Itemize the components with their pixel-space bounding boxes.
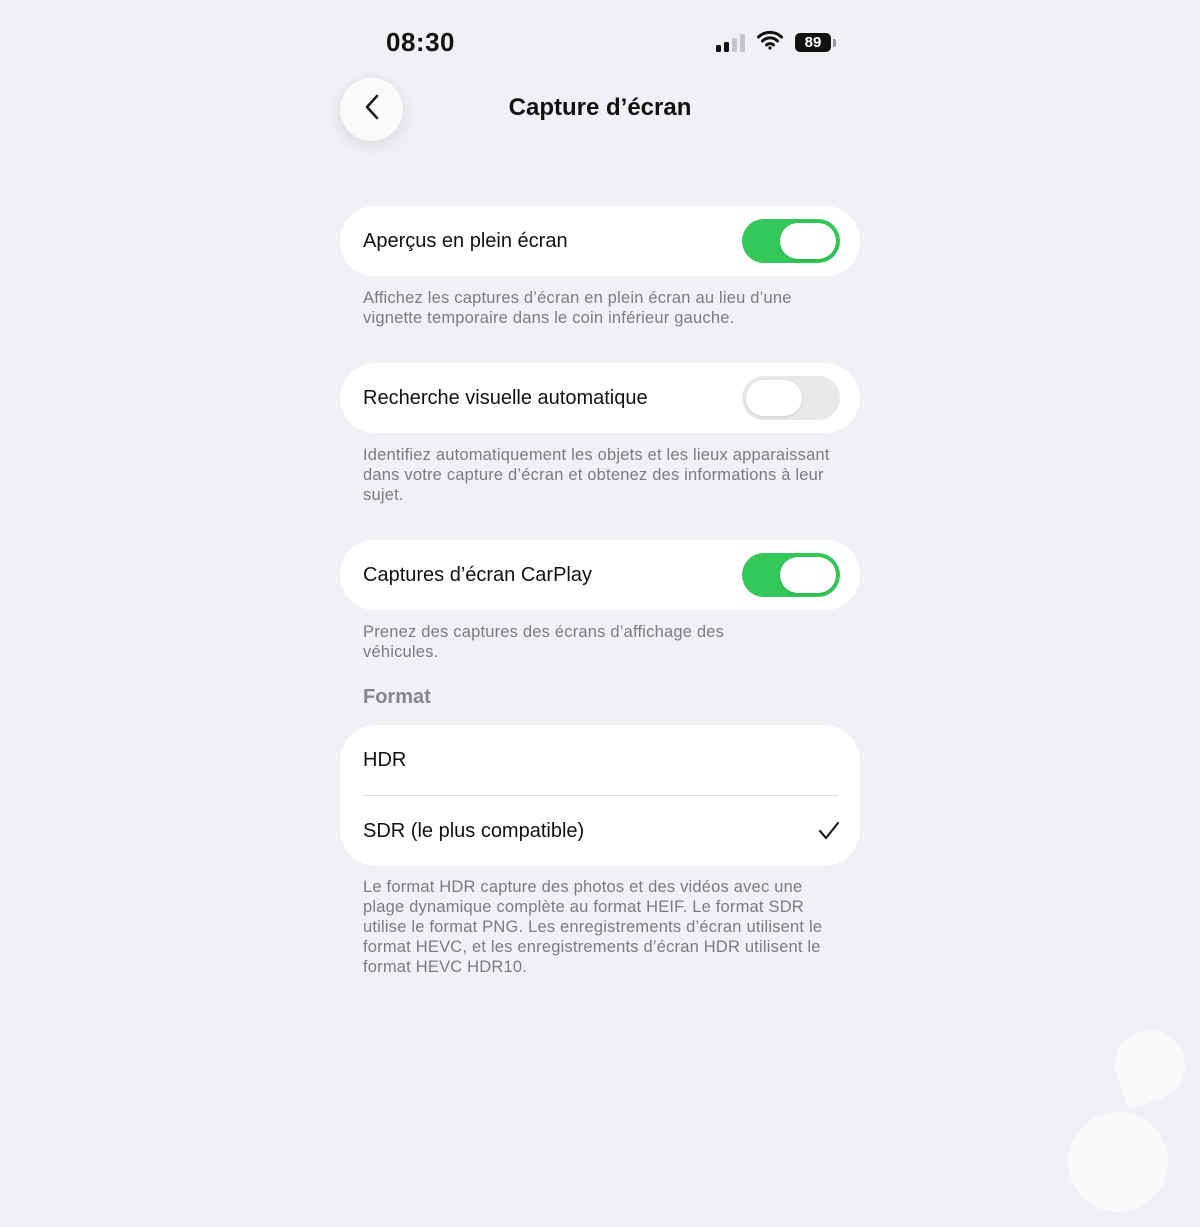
format-section-header: Format — [363, 686, 431, 708]
fullscreen-previews-toggle[interactable] — [742, 219, 840, 263]
format-option-sdr[interactable]: SDR (le plus compatible) — [340, 796, 860, 866]
carplay-label: Captures d’écran CarPlay — [363, 563, 592, 586]
format-option-hdr[interactable]: HDR — [340, 725, 860, 795]
format-option-label: HDR — [363, 748, 407, 771]
carplay-card: Captures d’écran CarPlay — [340, 540, 860, 610]
status-icons: 89 — [716, 30, 836, 55]
visual-lookup-toggle[interactable] — [742, 376, 840, 420]
decorative-shape — [1068, 1112, 1168, 1212]
format-card: HDR SDR (le plus compatible) — [340, 725, 860, 866]
fullscreen-previews-footnote: Affichez les captures d’écran en plein é… — [363, 289, 792, 327]
fullscreen-previews-card: Aperçus en plein écran — [340, 206, 860, 276]
battery-level: 89 — [795, 33, 831, 52]
decorative-shape — [1105, 1020, 1195, 1110]
page-title: Capture d’écran — [508, 94, 692, 121]
visual-lookup-footnote: Identifiez automatiquement les objets et… — [363, 446, 830, 504]
page: 08:30 89 Capture d’écran Aperçus en plei… — [0, 0, 1200, 1227]
fullscreen-previews-row: Aperçus en plein écran — [340, 206, 860, 276]
format-footnote: Le format HDR capture des photos et des … — [363, 878, 823, 976]
fullscreen-previews-label: Aperçus en plein écran — [363, 229, 568, 252]
visual-lookup-row: Recherche visuelle automatique — [340, 363, 860, 433]
wifi-icon — [757, 30, 783, 55]
status-time: 08:30 — [386, 27, 455, 57]
format-option-label: SDR (le plus compatible) — [363, 819, 585, 842]
visual-lookup-label: Recherche visuelle automatique — [363, 386, 648, 409]
cellular-signal-icon — [716, 33, 745, 52]
carplay-footnote: Prenez des captures des écrans d’afficha… — [363, 623, 725, 661]
visual-lookup-card: Recherche visuelle automatique — [340, 363, 860, 433]
carplay-toggle[interactable] — [742, 553, 840, 597]
settings-screen: 08:30 89 Capture d’écran Aperçus en plei… — [318, 0, 882, 1227]
carplay-row: Captures d’écran CarPlay — [340, 540, 860, 610]
battery-icon: 89 — [795, 33, 836, 52]
checkmark-icon — [818, 821, 840, 841]
